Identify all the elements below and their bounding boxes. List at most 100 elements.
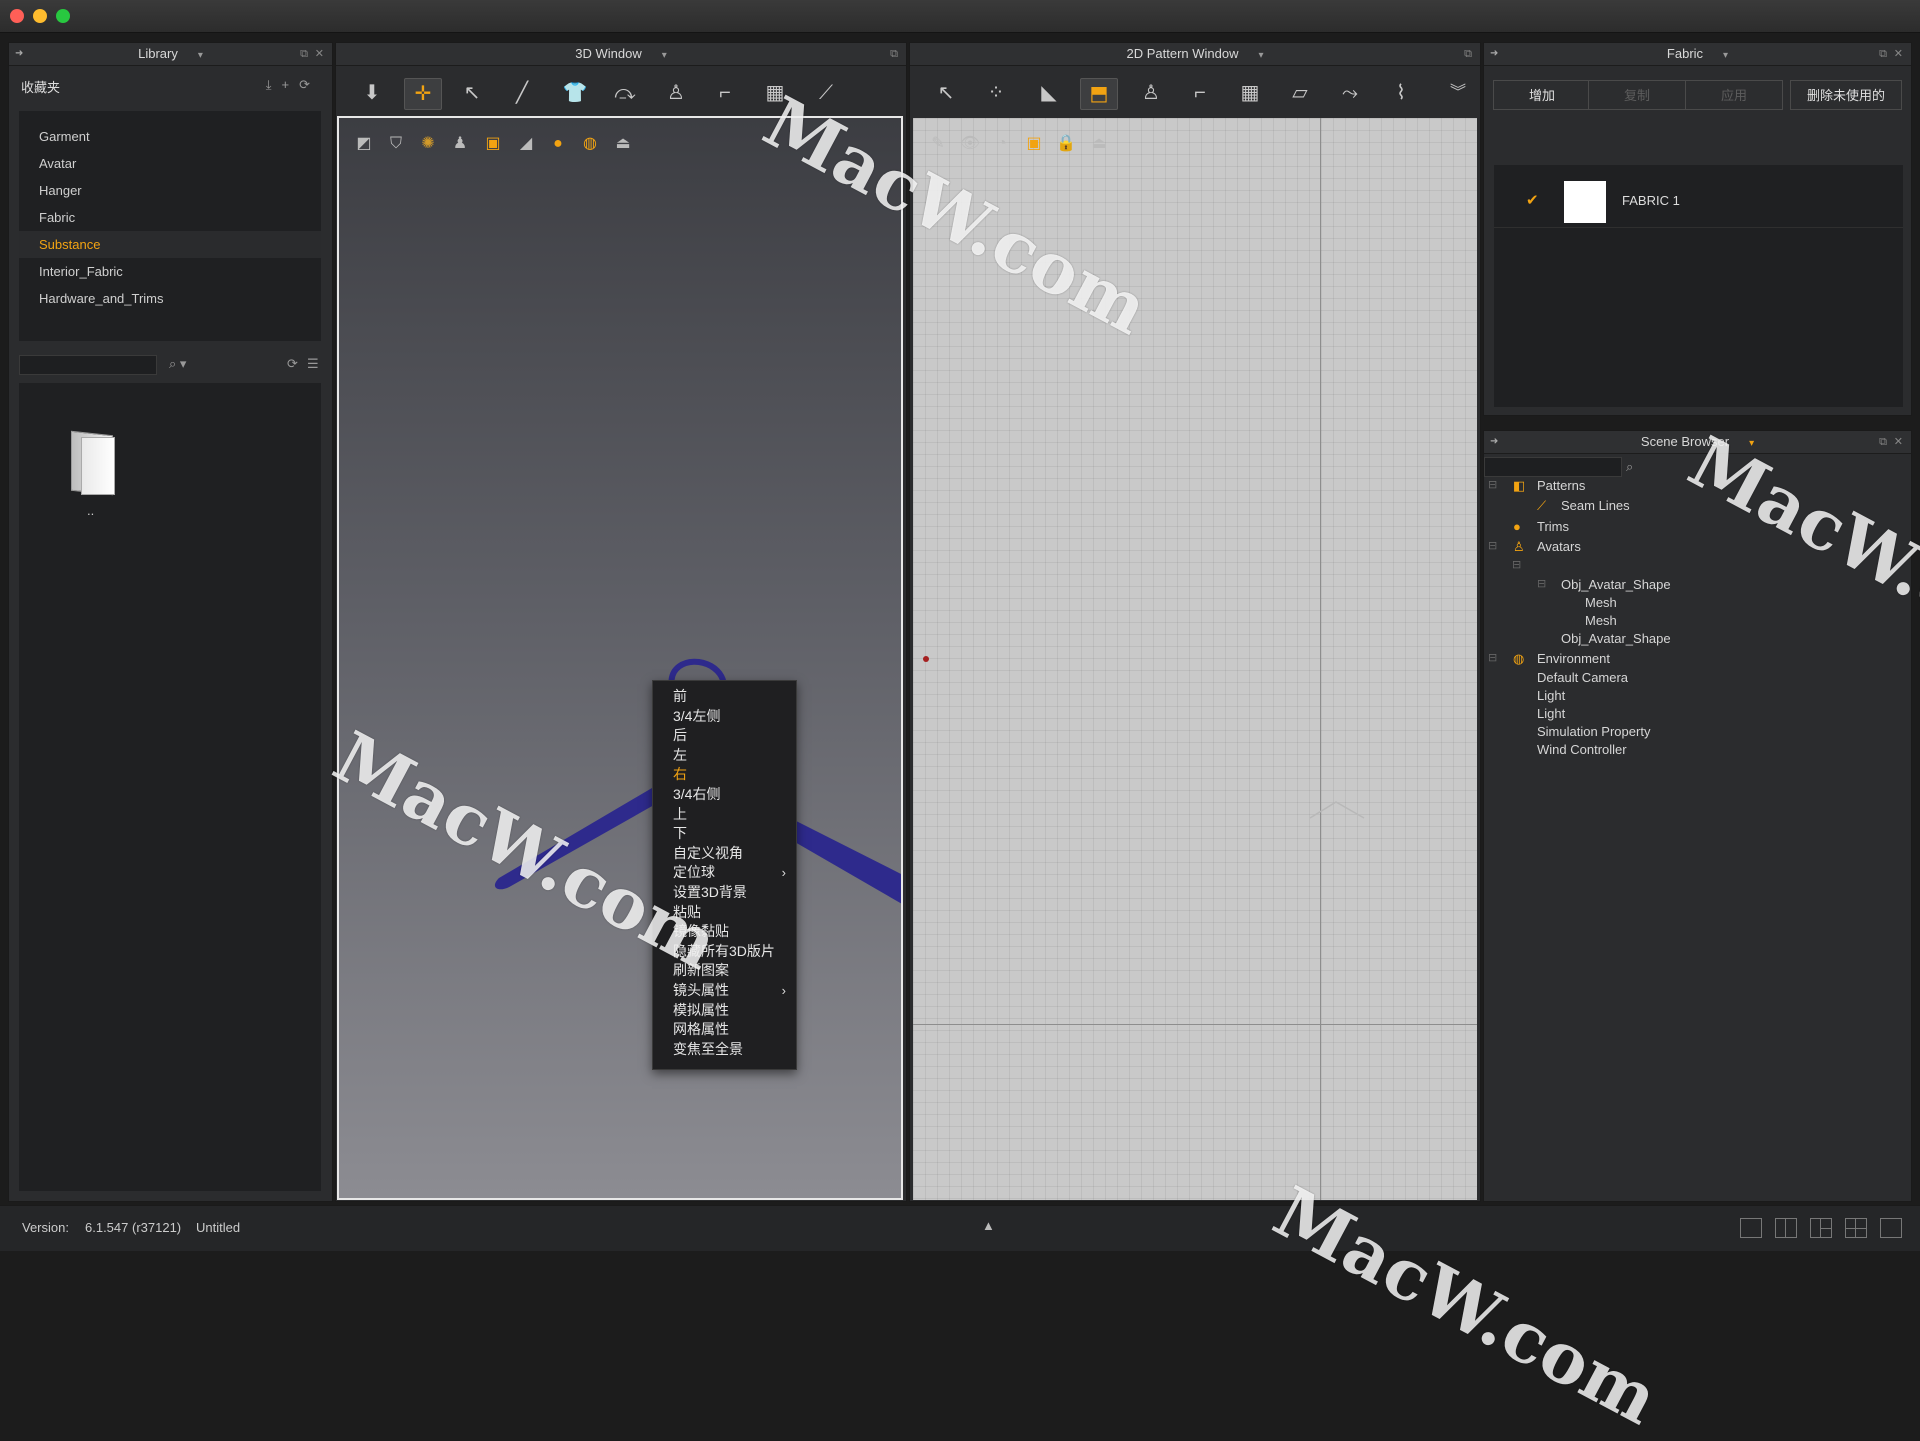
library-item-avatar[interactable]: Avatar xyxy=(19,150,321,177)
texture-view-icon[interactable]: ◔ xyxy=(990,132,1014,156)
layout-three-icon[interactable] xyxy=(1810,1218,1832,1238)
tree-obj-avatar-shape[interactable]: Obj_Avatar_Shape xyxy=(1561,631,1671,646)
context-menu-item[interactable]: 3/4右侧 xyxy=(653,785,796,805)
tree-default-camera[interactable]: Default Camera xyxy=(1537,670,1628,685)
chevron-down-icon[interactable]: ▾ xyxy=(1258,50,1263,61)
chevron-down-icon[interactable]: ▾ xyxy=(662,50,667,61)
avatar-tool-icon[interactable]: ♙ xyxy=(658,78,694,108)
close-icon[interactable]: ✕ xyxy=(315,43,324,65)
measure-tool-icon[interactable]: ⟋ xyxy=(808,78,844,108)
collapse-icon[interactable]: ⊟ xyxy=(1537,577,1546,590)
stitch-icon[interactable]: ⌇ xyxy=(1383,78,1419,108)
view-shading-icon[interactable]: ◩ xyxy=(352,132,376,156)
chevron-down-icon[interactable]: ▾ xyxy=(1749,438,1754,449)
context-menu-item[interactable]: 定位球 › xyxy=(653,863,796,883)
search-icon[interactable]: ⌕ xyxy=(1626,459,1633,475)
library-item-interior-fabric[interactable]: Interior_Fabric xyxy=(19,258,321,285)
list-view-icon[interactable]: ☰ xyxy=(307,356,319,372)
tree-patterns[interactable]: Patterns xyxy=(1537,478,1585,493)
import-icon[interactable]: ⤓ xyxy=(266,77,282,92)
tree-seam-lines[interactable]: Seam Lines xyxy=(1561,498,1630,513)
tree-environment[interactable]: Environment xyxy=(1537,651,1610,666)
collapse-icon[interactable]: ⊟ xyxy=(1488,651,1497,664)
context-menu-item[interactable]: 左 xyxy=(653,746,796,766)
fold-down-tool-icon[interactable]: ⬇ xyxy=(354,78,390,108)
move-tool-icon[interactable]: ✛ xyxy=(404,78,442,110)
float-icon[interactable]: ⧉ xyxy=(1879,431,1887,453)
lock-view-icon[interactable]: 🔒 xyxy=(1054,132,1078,156)
context-menu-item[interactable]: 刷新图案 xyxy=(653,961,796,981)
transform-pattern-icon[interactable]: ↖ xyxy=(928,78,964,108)
context-menu-item[interactable]: 镜像黏贴 xyxy=(653,922,796,942)
library-item-garment[interactable]: Garment xyxy=(19,123,321,150)
close-window-button[interactable] xyxy=(10,9,24,23)
library-item-substance[interactable]: Substance xyxy=(19,231,321,258)
tree-mesh[interactable]: Mesh xyxy=(1585,595,1617,610)
context-menu-item[interactable]: 右 xyxy=(653,765,796,785)
context-menu-item[interactable]: 模拟属性 xyxy=(653,1001,796,1021)
iron-icon[interactable]: ⏥ xyxy=(1282,78,1318,108)
context-menu-item[interactable]: 自定义视角 xyxy=(653,844,796,864)
rectangle-pattern-icon[interactable]: ⬒ xyxy=(1080,78,1118,110)
apply-fabric-button[interactable]: 应用 xyxy=(1685,80,1783,110)
tree-obj-avatar-shape[interactable]: Obj_Avatar_Shape xyxy=(1561,577,1671,592)
context-menu-item[interactable]: 设置3D背景 xyxy=(653,883,796,903)
zoom-window-button[interactable] xyxy=(56,9,70,23)
layout-single-icon[interactable] xyxy=(1740,1218,1762,1238)
fabric-view-icon[interactable]: ▣ xyxy=(1022,132,1046,156)
context-menu-item[interactable]: 下 xyxy=(653,824,796,844)
fabric-list-item[interactable]: ✔ FABRIC 1 xyxy=(1494,177,1903,228)
pattern-view-icon[interactable]: ✎ xyxy=(926,132,950,156)
edit-point-icon[interactable]: ⁘ xyxy=(978,78,1014,108)
view-garment-icon[interactable]: ⛉ xyxy=(384,132,408,156)
folder-icon[interactable] xyxy=(71,430,115,496)
view-layer-icon[interactable]: ◢ xyxy=(514,132,538,156)
layout-custom-icon[interactable] xyxy=(1880,1218,1902,1238)
context-menu-item[interactable]: 变焦至全景 xyxy=(653,1040,796,1060)
tack-tool-icon[interactable]: ⌐ xyxy=(707,78,743,108)
fold-tool-icon[interactable]: ⤼ xyxy=(607,78,643,108)
chevron-down-icon[interactable]: ▾ xyxy=(198,50,203,61)
scene-search-input[interactable] xyxy=(1484,457,1622,477)
view-export-icon[interactable]: ⏏ xyxy=(611,132,635,156)
context-menu-item[interactable]: 网格属性 xyxy=(653,1020,796,1040)
view-environment-icon[interactable]: ◍ xyxy=(578,132,602,156)
tree-light[interactable]: Light xyxy=(1537,688,1565,703)
close-icon[interactable]: ✕ xyxy=(1894,43,1903,65)
library-item-hardware-and-trims[interactable]: Hardware_and_Trims xyxy=(19,285,321,312)
float-icon[interactable]: ⧉ xyxy=(1464,43,1472,65)
view-texture-icon[interactable]: ✺ xyxy=(416,132,440,156)
refresh-icon[interactable]: ⟳ xyxy=(287,356,298,372)
tree-mesh[interactable]: Mesh xyxy=(1585,613,1617,628)
viewport-2d[interactable] xyxy=(913,118,1477,1200)
library-item-hanger[interactable]: Hanger xyxy=(19,177,321,204)
tree-trims[interactable]: Trims xyxy=(1537,519,1569,534)
grid-2d-icon[interactable]: ▦ xyxy=(1232,78,1268,108)
float-icon[interactable]: ⧉ xyxy=(1879,43,1887,65)
delete-unused-button[interactable]: 删除未使用的 xyxy=(1790,80,1902,110)
context-menu-item[interactable]: 前 xyxy=(653,687,796,707)
add-fabric-button[interactable]: 增加 xyxy=(1493,80,1591,110)
refresh-icon[interactable]: ⟳ xyxy=(299,77,320,92)
collapse-icon[interactable]: ⊟ xyxy=(1488,478,1497,491)
view-fabric-icon[interactable]: ▣ xyxy=(481,132,505,156)
search-icon[interactable]: ⌕ ▾ xyxy=(169,356,186,372)
sewing-icon[interactable]: ⤳ xyxy=(1332,78,1368,108)
collapse-icon[interactable]: ⊟ xyxy=(1512,558,1521,571)
visibility-icon[interactable]: 👁 xyxy=(958,132,982,156)
context-menu-item[interactable]: 镜头属性 › xyxy=(653,981,796,1001)
viewport-3d[interactable] xyxy=(337,116,903,1200)
dock-arrow-icon[interactable]: ➜ xyxy=(15,43,23,65)
chevron-down-icon[interactable]: ▾ xyxy=(1723,50,1728,61)
dock-arrow-icon[interactable]: ➜ xyxy=(1490,431,1498,453)
dock-arrow-icon[interactable]: ➜ xyxy=(1490,43,1498,65)
float-icon[interactable]: ⧉ xyxy=(890,43,898,65)
tree-avatars[interactable]: Avatars xyxy=(1537,539,1581,554)
layout-split-icon[interactable] xyxy=(1775,1218,1797,1238)
minimize-window-button[interactable] xyxy=(33,9,47,23)
view-skin-icon[interactable]: ● xyxy=(546,132,570,156)
float-icon[interactable]: ⧉ xyxy=(300,43,308,65)
view-avatar-icon[interactable]: ♟ xyxy=(448,132,472,156)
grid-tool-icon[interactable]: ▦ xyxy=(757,78,793,108)
collapse-icon[interactable]: ⊟ xyxy=(1488,539,1497,552)
